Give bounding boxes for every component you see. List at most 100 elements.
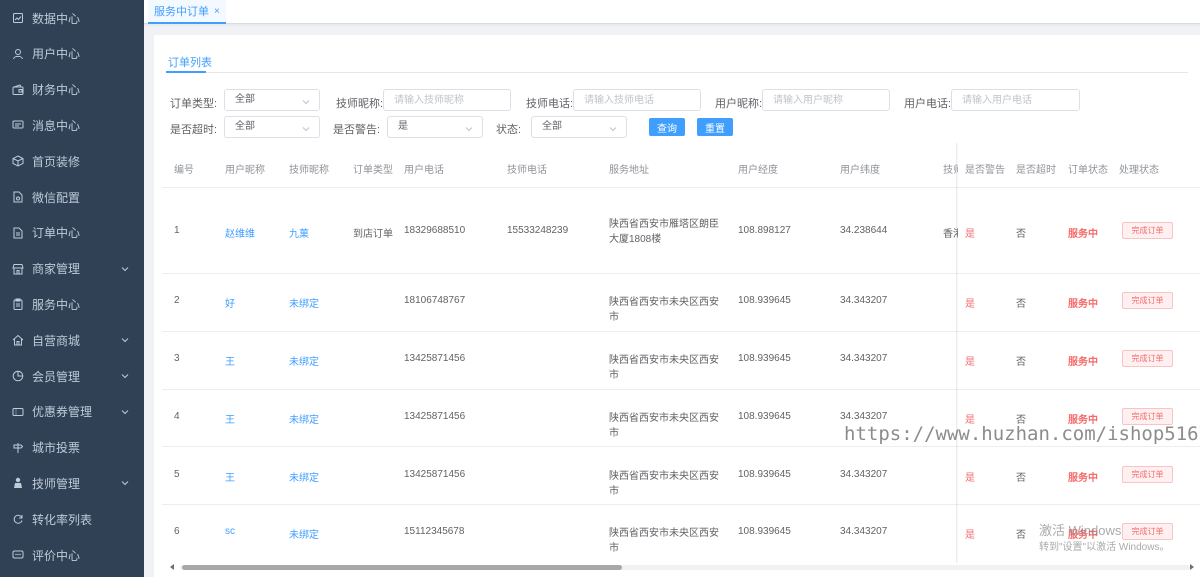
sidebar-item-2[interactable]: 财务中心 (0, 72, 144, 108)
sidebar-item-label: 服务中心 (32, 297, 81, 312)
th-user-phone: 用户电话 (404, 165, 444, 176)
sidebar-item-1[interactable]: 用户中心 (0, 36, 144, 72)
active-tab-indicator (166, 71, 206, 73)
cell-tech-nick[interactable]: 未绑定 (289, 469, 319, 484)
cell-warning: 是 (965, 530, 975, 541)
cell-lng: 108.939645 (738, 469, 791, 480)
th-user-nick: 用户昵称 (225, 165, 265, 176)
cell-lng: 108.939645 (738, 526, 791, 537)
activate-windows-title: 激活 Windows (1039, 523, 1122, 538)
cell-lng: 108.898127 (738, 225, 791, 236)
warning-select[interactable]: 是 (387, 116, 483, 138)
sidebar-item-9[interactable]: 自营商城 (0, 322, 144, 358)
th-handle-status: 处理状态 (1119, 165, 1159, 176)
cell-lat: 34.343207 (840, 469, 888, 480)
cell-tech-nick[interactable]: 未绑定 (289, 295, 319, 310)
user-nick-input[interactable] (762, 89, 890, 111)
th-address: 服务地址 (609, 165, 649, 176)
cell-id: 5 (174, 469, 180, 480)
chevron-down-icon (301, 122, 311, 132)
complete-order-button[interactable]: 完成订单 (1122, 466, 1173, 483)
cell-warning: 是 (965, 299, 975, 310)
cell-address: 陕西省西安市未央区西安市 (609, 528, 719, 554)
cell-lng: 108.939645 (738, 411, 791, 422)
cell-user-nick[interactable]: 好 (225, 295, 235, 310)
sidebar-item-7[interactable]: 商家管理 (0, 251, 144, 287)
complete-order-button[interactable]: 完成订单 (1122, 292, 1173, 309)
status-label: 状态: (496, 124, 522, 136)
cell-timeout: 否 (1016, 299, 1026, 310)
timeout-select[interactable]: 全部 (224, 116, 320, 138)
cell-user-phone: 13425871456 (404, 411, 466, 422)
cell-tech-nick[interactable]: 未绑定 (289, 353, 319, 368)
tab-service-orders[interactable]: 服务中订单 × (148, 0, 226, 24)
warning-label: 是否警告: (333, 124, 381, 136)
sidebar-item-12[interactable]: 城市投票 (0, 430, 144, 466)
sidebar-item-0[interactable]: 数据中心 (0, 0, 144, 36)
cell-id: 4 (174, 411, 180, 422)
complete-order-button[interactable]: 完成订单 (1122, 222, 1173, 239)
cell-id: 3 (174, 353, 180, 364)
cell-user-nick[interactable]: 赵维维 (225, 225, 255, 240)
timeout-value: 全部 (235, 121, 255, 132)
watermark-text: https://www.huzhan.com/ishop51679 (844, 423, 1200, 445)
status-select[interactable]: 全部 (531, 116, 627, 138)
cell-user-phone: 13425871456 (404, 353, 466, 364)
sidebar-item-11[interactable]: 优惠券管理 (0, 394, 144, 430)
cell-user-phone: 15112345678 (404, 526, 465, 537)
refresh-icon (11, 512, 25, 526)
cube-icon (11, 154, 25, 168)
cell-user-phone: 18329688510 (404, 225, 466, 236)
pie-icon (11, 369, 25, 383)
cell-tech-nick[interactable]: 未绑定 (289, 411, 319, 426)
order-type-select[interactable]: 全部 (224, 89, 320, 111)
scroll-right-icon[interactable] (1190, 564, 1194, 570)
cell-tech-nick[interactable]: 未绑定 (289, 526, 319, 541)
scroll-left-icon[interactable] (170, 564, 174, 570)
sidebar-item-14[interactable]: 转化率列表 (0, 501, 144, 537)
header-divider (958, 187, 1200, 188)
sidebar-item-10[interactable]: 会员管理 (0, 358, 144, 394)
sidebar-item-4[interactable]: 首页装修 (0, 143, 144, 179)
cell-user-nick[interactable]: 王 (225, 353, 235, 368)
sidebar-item-6[interactable]: 订单中心 (0, 215, 144, 251)
sidebar-item-label: 微信配置 (32, 190, 81, 205)
complete-order-button[interactable]: 完成订单 (1122, 350, 1173, 367)
chevron-down-icon (464, 122, 474, 132)
sidebar-item-3[interactable]: 消息中心 (0, 107, 144, 143)
tab-order-list[interactable]: 订单列表 (168, 54, 212, 70)
close-icon[interactable]: × (214, 6, 220, 17)
horizontal-scrollbar[interactable] (170, 563, 1200, 571)
reset-button[interactable]: 重置 (697, 118, 733, 136)
chevron-down-icon (120, 406, 130, 416)
chevron-down-icon (120, 334, 130, 344)
cell-user-nick[interactable]: 王 (225, 411, 235, 426)
user-phone-input[interactable] (951, 89, 1080, 111)
tech-phone-input[interactable] (573, 89, 701, 111)
clipboard-icon (11, 297, 25, 311)
cell-id: 6 (174, 526, 180, 537)
row-divider (958, 504, 1200, 505)
sidebar-item-8[interactable]: 服务中心 (0, 286, 144, 322)
cell-timeout: 否 (1016, 530, 1026, 541)
sidebar-item-13[interactable]: 技师管理 (0, 465, 144, 501)
scroll-thumb[interactable] (182, 565, 622, 570)
th-lat: 用户纬度 (840, 165, 880, 176)
cell-id: 2 (174, 295, 180, 306)
tech-nick-input[interactable] (383, 89, 511, 111)
cell-timeout: 否 (1016, 357, 1026, 368)
cell-order-status: 服务中 (1068, 473, 1098, 484)
cell-lat: 34.343207 (840, 353, 888, 364)
sidebar-item-5[interactable]: 微信配置 (0, 179, 144, 215)
search-button[interactable]: 查询 (649, 118, 685, 136)
cell-address: 陕西省西安市未央区西安市 (609, 413, 719, 439)
cell-timeout: 否 (1016, 229, 1026, 240)
cell-lat: 34.343207 (840, 526, 888, 537)
sidebar-item-label: 城市投票 (32, 441, 81, 456)
cell-user-nick[interactable]: 王 (225, 469, 235, 484)
row-divider (958, 273, 1200, 274)
cell-tech-nick[interactable]: 九菓 (289, 225, 309, 240)
sidebar-item-15[interactable]: 评价中心 (0, 537, 144, 573)
cell-user-nick[interactable]: sc (225, 526, 235, 537)
cell-address: 陕西省西安市未央区西安市 (609, 471, 719, 497)
